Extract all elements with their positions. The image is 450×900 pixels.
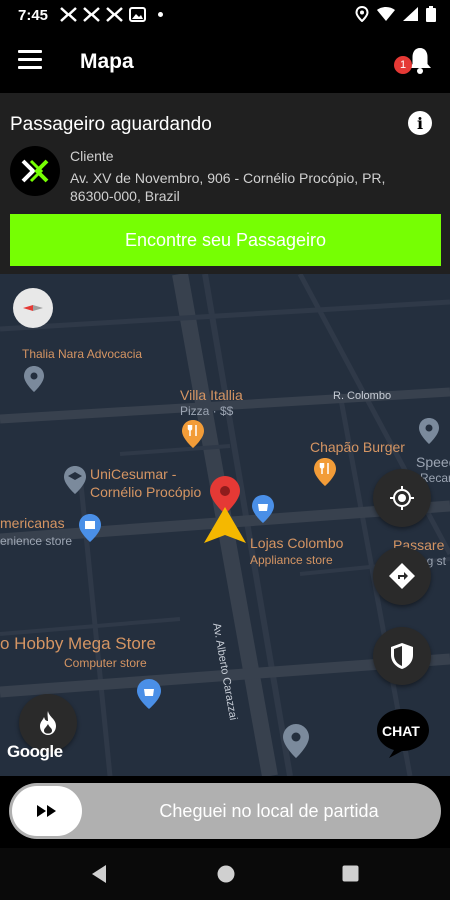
location-icon <box>355 6 369 22</box>
restaurant-pin-icon[interactable] <box>182 420 204 448</box>
poi-chapao-label: Chapão Burger <box>310 439 405 455</box>
arrived-slider[interactable]: Cheguei no local de partida <box>9 783 441 839</box>
passenger-status-heading: Passageiro aguardando <box>10 114 212 135</box>
poi-unicesumar-label-2: Cornélio Procópio <box>90 484 202 500</box>
poi-unicesumar-label: UniCesumar - <box>90 466 177 482</box>
notifications-button[interactable]: 1 <box>394 46 434 76</box>
notification-badge: 1 <box>394 56 412 74</box>
restaurant-pin-icon[interactable] <box>314 458 336 486</box>
poi-thalia-label: Thalia Nara Advocacia <box>22 347 143 361</box>
poi-lojas-colombo-label: Lojas Colombo <box>250 535 344 551</box>
system-navigation-bar <box>0 848 450 900</box>
compass-button[interactable] <box>13 288 53 328</box>
page-title: Mapa <box>80 50 134 73</box>
poi-hobby-label: o Hobby Mega Store <box>0 634 156 653</box>
app-notification-icon <box>60 6 77 23</box>
bottom-action-area: Cheguei no local de partida <box>0 776 450 848</box>
map-pin-icon[interactable] <box>283 724 309 758</box>
chat-label: CHAT <box>382 723 420 739</box>
wifi-icon <box>377 7 395 21</box>
recent-apps-icon[interactable] <box>342 865 359 882</box>
street-colombo-label: R. Colombo <box>333 390 392 402</box>
signal-icon <box>403 7 418 21</box>
app-notification-icon <box>106 6 123 23</box>
compass-icon <box>23 305 43 311</box>
safety-button[interactable] <box>373 627 431 685</box>
poi-americanas-label: mericanas <box>0 515 65 531</box>
client-label: Cliente <box>70 148 114 164</box>
battery-icon <box>426 6 436 22</box>
app-logo-icon <box>21 159 49 183</box>
poi-americanas-sub: enience store <box>0 534 73 548</box>
directions-button[interactable] <box>373 547 431 605</box>
crosshair-icon <box>390 486 414 510</box>
shield-icon <box>391 643 413 669</box>
shopping-pin-icon[interactable] <box>137 679 161 709</box>
poi-speed-label: Speed <box>416 454 450 470</box>
slider-knob[interactable] <box>12 786 82 836</box>
poi-villa-italia-label: Villa Itallia <box>180 387 243 403</box>
shopping-pin-icon[interactable] <box>79 514 101 542</box>
more-notifications-dot <box>158 12 163 17</box>
find-passenger-button[interactable]: Encontre seu Passageiro <box>10 214 441 266</box>
slider-label: Cheguei no local de partida <box>159 800 379 821</box>
system-icons <box>355 6 436 22</box>
status-time: 7:45 <box>18 7 49 24</box>
app-notification-icon <box>83 6 100 23</box>
my-location-button[interactable] <box>373 469 431 527</box>
info-icon[interactable]: i <box>408 111 432 135</box>
notification-icons <box>60 6 163 23</box>
poi-hobby-sub: Computer store <box>64 656 147 670</box>
image-notification-icon <box>129 6 146 23</box>
status-bar: 7:45 <box>0 0 450 32</box>
menu-icon[interactable] <box>18 50 42 74</box>
back-icon[interactable] <box>90 864 108 884</box>
poi-lojas-colombo-sub: Appliance store <box>250 553 333 567</box>
map-pin-icon[interactable] <box>24 366 44 392</box>
flame-icon <box>40 711 56 735</box>
school-pin-icon[interactable] <box>64 466 86 494</box>
client-avatar <box>10 146 60 196</box>
chat-button[interactable]: CHAT <box>375 707 431 764</box>
poi-villa-italia-sub: Pizza · $$ <box>180 404 234 418</box>
current-location-arrow-icon <box>204 507 246 543</box>
app-bar: Mapa 1 <box>0 32 450 92</box>
google-logo: Google <box>7 742 63 761</box>
map-pin-icon[interactable] <box>419 418 439 444</box>
map-view[interactable]: Thalia Nara Advocacia Villa Itallia Pizz… <box>0 274 450 776</box>
home-icon[interactable] <box>216 864 236 884</box>
shopping-pin-icon[interactable] <box>252 495 274 523</box>
fast-forward-icon <box>37 805 56 817</box>
passenger-card: Passageiro aguardando i Cliente Av. XV d… <box>0 93 450 274</box>
directions-icon <box>389 563 415 589</box>
pickup-address: Av. XV de Novembro, 906 - Cornélio Procó… <box>70 170 386 204</box>
